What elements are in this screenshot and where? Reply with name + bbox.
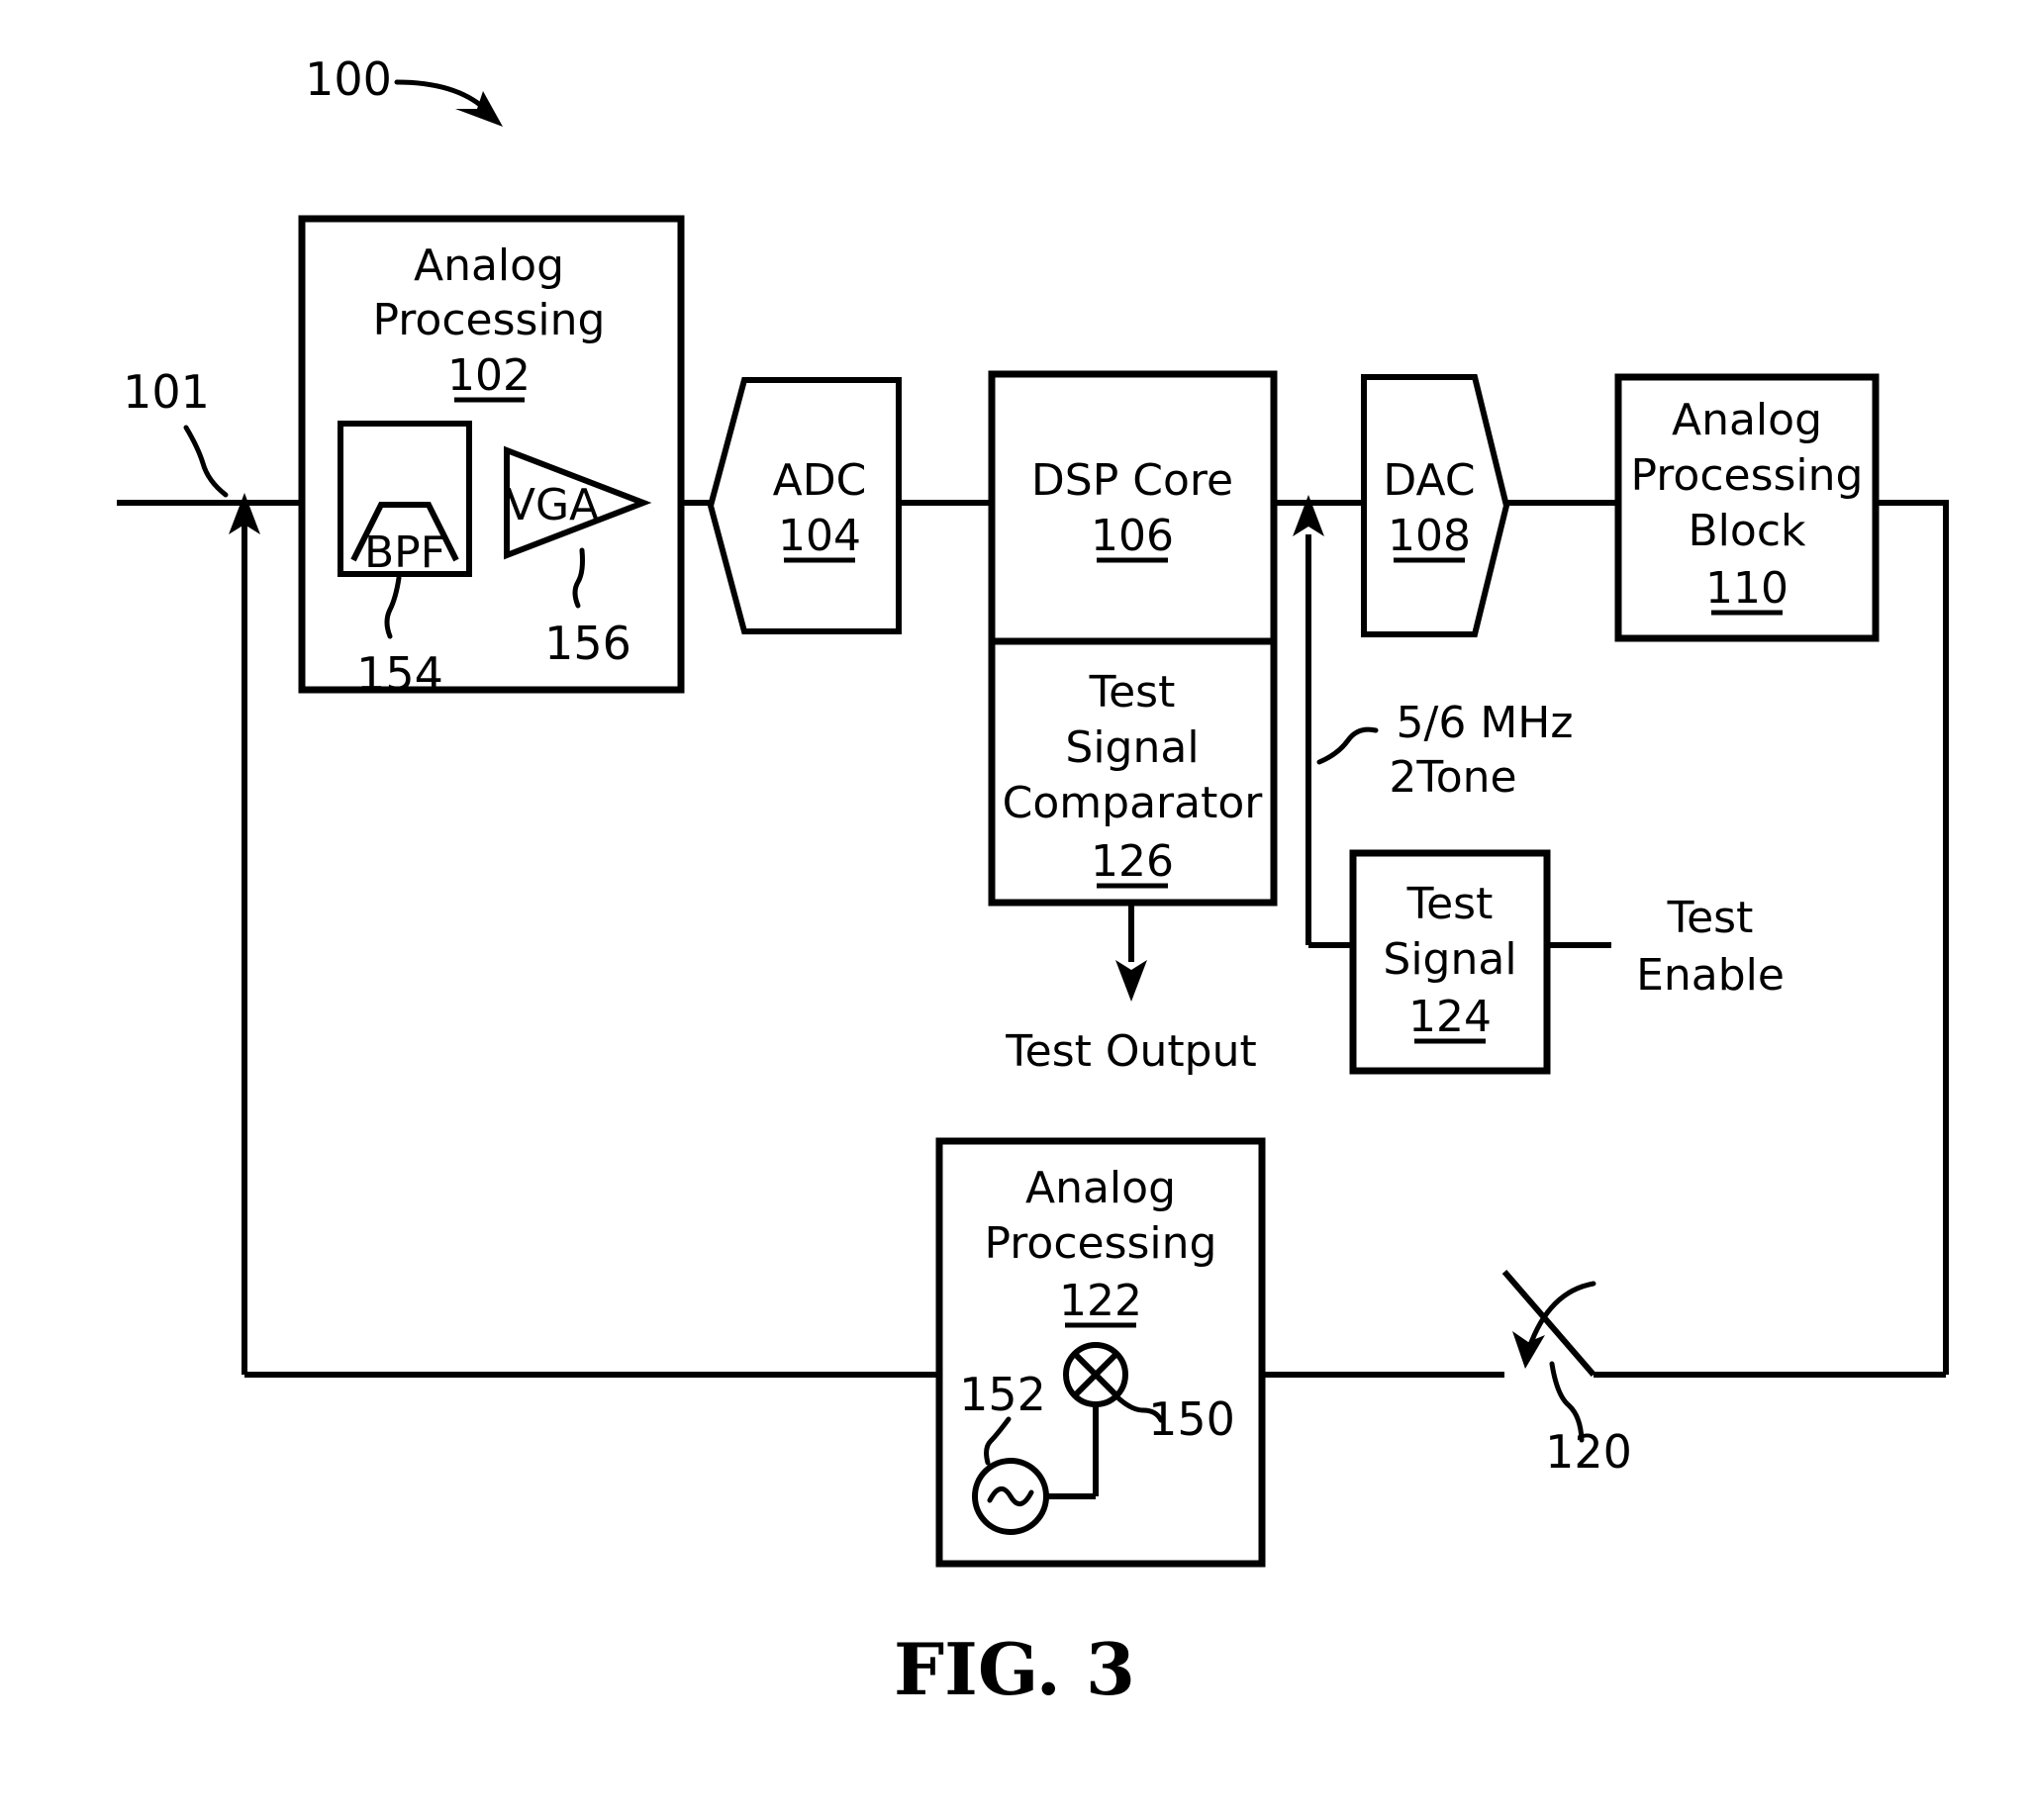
label-dsp-core-ref: 106	[1091, 511, 1174, 561]
label-adc-ref: 104	[778, 511, 861, 561]
label-vga: VGA	[506, 480, 599, 530]
label-ap122-ref: 122	[1059, 1276, 1142, 1326]
label-adc: ADC	[773, 455, 867, 506]
label-ap122-line2: Processing	[985, 1218, 1217, 1269]
figure-caption: FIG. 3	[894, 1627, 1135, 1711]
label-tsc-line3: Comparator	[1003, 778, 1264, 828]
switch-arc-arrowhead-120	[1512, 1331, 1545, 1369]
label-apb110-line1: Analog	[1672, 395, 1822, 445]
label-apb110-line3: Block	[1688, 506, 1806, 556]
block-dsp-core-106[interactable]	[988, 370, 1278, 645]
label-switch-ref-120: 120	[1545, 1425, 1632, 1479]
block-adc-104[interactable]	[707, 377, 902, 634]
label-tone-line1: 5/6 MHz	[1397, 698, 1574, 748]
label-tone-line2: 2Tone	[1389, 752, 1516, 803]
leader-tone-label	[1316, 726, 1379, 765]
label-test-enable-line1: Test	[1667, 893, 1754, 943]
leader-100	[394, 79, 488, 112]
label-apb110-ref: 110	[1705, 563, 1788, 614]
block-diagram-canvas: 100 101 Analog Processing 102 BPF 154 VG…	[117, 52, 1949, 1711]
label-tsc-line2: Signal	[1065, 722, 1199, 773]
label-bpf-ref-154: 154	[356, 647, 443, 701]
leader-101	[183, 425, 229, 498]
label-system-100: 100	[305, 52, 392, 106]
patent-figure-3: 100 101 Analog Processing 102 BPF 154 VG…	[0, 0, 2030, 1820]
label-input-101: 101	[123, 365, 210, 419]
test-output-arrowhead	[1115, 960, 1147, 1002]
label-analog-processing-102-line1: Analog	[414, 240, 564, 291]
label-dsp-core: DSP Core	[1031, 455, 1233, 506]
label-test-output: Test Output	[1005, 1026, 1256, 1077]
label-ap122-line1: Analog	[1025, 1163, 1176, 1213]
label-test-enable-line2: Enable	[1636, 950, 1785, 1001]
label-osc-ref-152: 152	[959, 1368, 1046, 1421]
label-tsc-line1: Test	[1089, 667, 1176, 718]
label-ts124-line1: Test	[1406, 879, 1494, 929]
label-tsc-ref: 126	[1091, 836, 1174, 887]
label-ts124-line2: Signal	[1383, 934, 1516, 985]
label-vga-ref-156: 156	[544, 617, 631, 670]
label-mixer-ref-150: 150	[1148, 1392, 1235, 1446]
label-dac-ref: 108	[1388, 511, 1471, 561]
label-bpf: BPF	[364, 527, 445, 578]
label-analog-processing-102-ref: 102	[447, 350, 531, 401]
block-dac-108[interactable]	[1361, 374, 1510, 637]
label-apb110-line2: Processing	[1631, 450, 1864, 501]
label-ts124-ref: 124	[1408, 992, 1492, 1042]
label-analog-processing-102-line2: Processing	[373, 295, 606, 345]
label-dac: DAC	[1383, 455, 1475, 506]
